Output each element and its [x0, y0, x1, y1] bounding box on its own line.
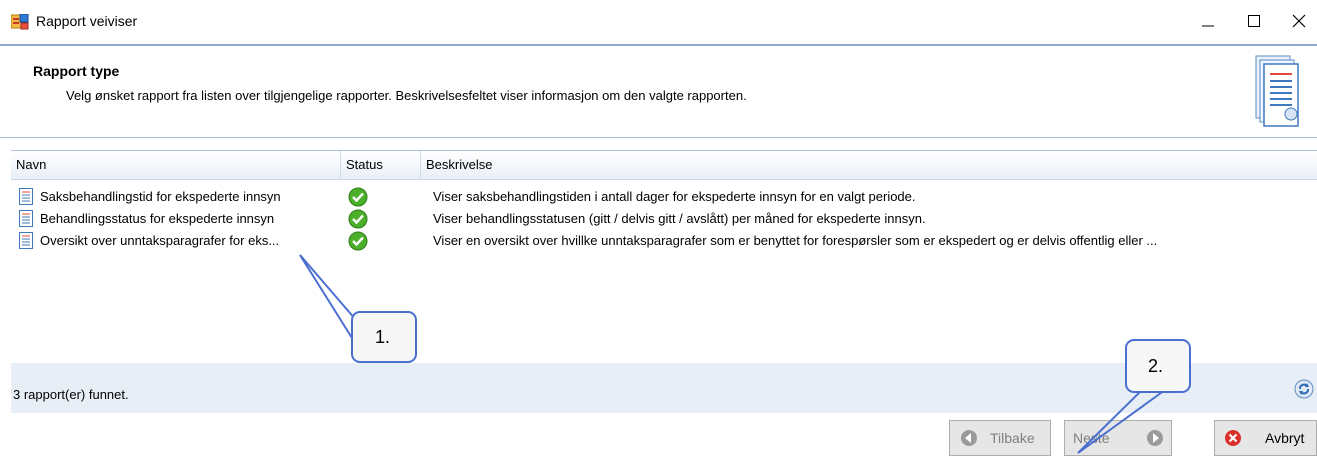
report-description: Viser saksbehandlingstiden i antall dage… — [433, 189, 916, 204]
report-description: Viser en oversikt over hvillke unntakspa… — [433, 233, 1158, 248]
column-header-name[interactable]: Navn — [11, 151, 341, 179]
column-header-description[interactable]: Beskrivelse — [421, 151, 1317, 179]
close-icon — [1292, 14, 1306, 31]
back-button[interactable]: Tilbake — [949, 420, 1051, 456]
table-header: Navn Status Beskrivelse — [11, 151, 1317, 180]
page-title: Rapport type — [33, 63, 120, 79]
report-description: Viser behandlingsstatusen (gitt / delvis… — [433, 211, 926, 226]
arrow-left-icon — [960, 429, 978, 447]
table-row[interactable]: Behandlingsstatus for ekspederte innsyn … — [11, 208, 1317, 230]
next-label: Neste — [1073, 430, 1110, 446]
arrow-right-icon — [1146, 429, 1164, 447]
report-name: Saksbehandlingstid for ekspederte innsyn — [40, 189, 281, 204]
refresh-icon[interactable] — [1294, 379, 1314, 399]
cancel-icon — [1224, 429, 1242, 447]
minimize-button[interactable] — [1185, 0, 1231, 44]
header-divider — [0, 137, 1317, 138]
callout-label-2: 2. — [1148, 356, 1164, 376]
cancel-button[interactable]: Avbryt — [1214, 420, 1317, 456]
page-description: Velg ønsket rapport fra listen over tilg… — [66, 88, 747, 103]
window-title: Rapport veiviser — [36, 13, 138, 29]
document-icon — [19, 210, 33, 227]
table-row[interactable]: Oversikt over unntaksparagrafer for eks.… — [11, 230, 1317, 252]
maximize-button[interactable] — [1231, 0, 1277, 44]
wizard-header: Rapport type Velg ønsket rapport fra lis… — [0, 46, 1317, 138]
status-ok-icon — [348, 209, 368, 229]
close-button[interactable] — [1276, 0, 1317, 44]
maximize-icon — [1248, 14, 1260, 30]
cancel-label: Avbryt — [1265, 430, 1305, 446]
back-label: Tilbake — [990, 430, 1035, 446]
document-icon — [19, 232, 33, 249]
table-row[interactable]: Saksbehandlingstid for ekspederte innsyn… — [11, 186, 1317, 208]
document-icon — [19, 188, 33, 205]
title-bar: Rapport veiviser — [0, 0, 1317, 44]
next-button[interactable]: Neste — [1064, 420, 1172, 456]
status-ok-icon — [348, 187, 368, 207]
status-bar: 3 rapport(er) funnet. — [11, 363, 1317, 413]
results-count: 3 rapport(er) funnet. — [13, 387, 129, 402]
report-list[interactable]: Navn Status Beskrivelse Saksbehandlingst… — [11, 150, 1317, 364]
report-wizard-icon — [10, 13, 29, 30]
minimize-icon — [1202, 15, 1214, 30]
report-document-icon — [1254, 54, 1300, 128]
column-header-status[interactable]: Status — [341, 151, 421, 179]
report-name: Oversikt over unntaksparagrafer for eks.… — [40, 233, 280, 248]
report-name: Behandlingsstatus for ekspederte innsyn — [40, 211, 275, 226]
callout-label-1: 1. — [375, 327, 391, 347]
status-ok-icon — [348, 231, 368, 251]
